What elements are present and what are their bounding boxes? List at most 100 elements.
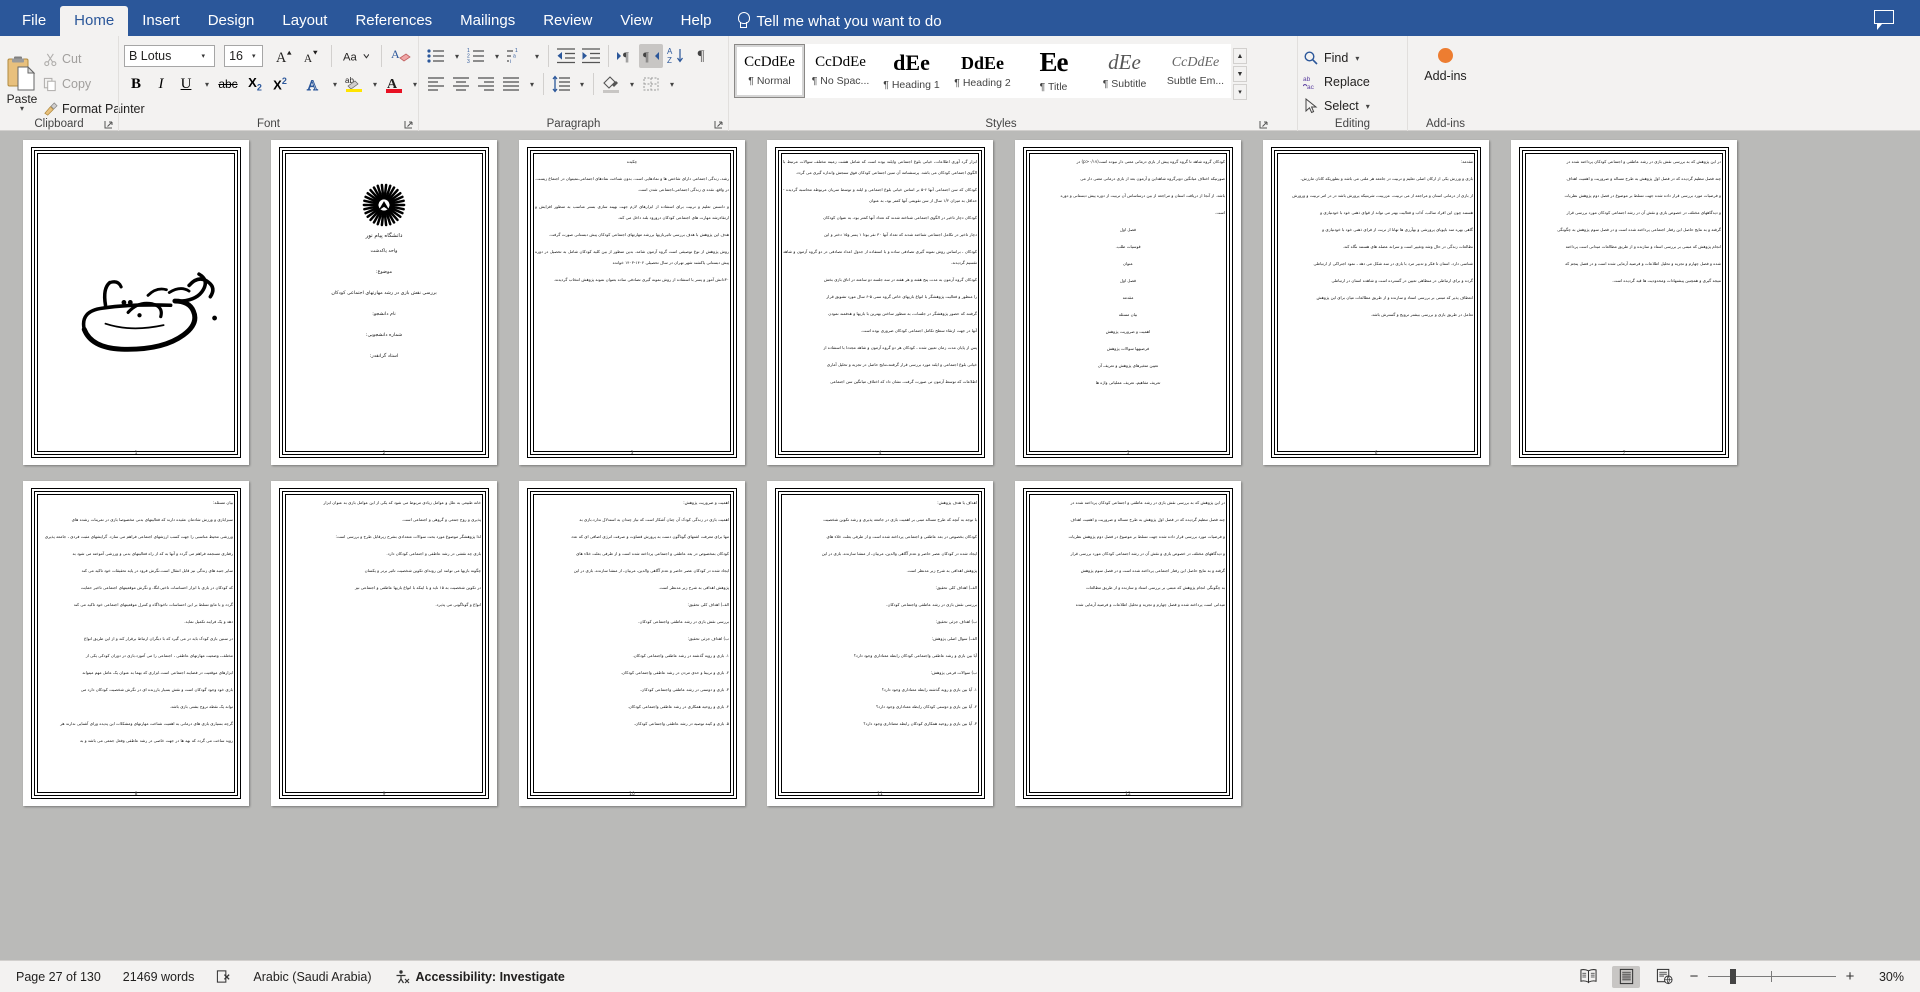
word-count[interactable]: 21469 words: [123, 970, 195, 984]
tab-file[interactable]: File: [8, 6, 60, 36]
add-ins-button[interactable]: Add-ins: [1424, 40, 1467, 83]
web-layout-button[interactable]: [1650, 966, 1678, 988]
document-page[interactable]: دانشگاه پیام نور واحد پاکدشت موضوع: بررسی ن…: [271, 140, 497, 465]
sort-button[interactable]: AZ: [664, 44, 688, 68]
zoom-in-button[interactable]: +: [1844, 968, 1856, 985]
print-layout-button[interactable]: [1612, 965, 1640, 988]
superscript-button[interactable]: X2: [268, 72, 292, 96]
underline-button[interactable]: U: [174, 72, 198, 96]
increase-font-size-button[interactable]: A: [273, 44, 297, 68]
paragraph-dialog-launcher[interactable]: [714, 120, 724, 130]
tell-me-search[interactable]: Tell me what you want to do: [736, 6, 942, 36]
multilevel-list-button[interactable]: 1ai: [504, 44, 528, 68]
replace-button[interactable]: ab ac Replace: [1303, 70, 1402, 94]
document-page[interactable]: اهمیت و ضروریت پژوهش: اهمیت بازی در زندگی…: [519, 481, 745, 806]
multilevel-chevron-icon[interactable]: ▾: [529, 44, 543, 68]
page-indicator[interactable]: Page 27 of 130: [16, 970, 101, 984]
decrease-indent-button[interactable]: [554, 44, 578, 68]
align-left-button[interactable]: [424, 72, 448, 96]
document-page[interactable]: ابزار گرد آوری اطلاعات، خیانی بلوغ اجتما…: [767, 140, 993, 465]
zoom-percentage[interactable]: 30%: [1866, 970, 1904, 984]
line-spacing-chevron-icon[interactable]: ▾: [574, 72, 588, 96]
select-button[interactable]: Select ▾: [1303, 94, 1402, 118]
clipboard-dialog-launcher[interactable]: [104, 120, 114, 130]
borders-button[interactable]: [639, 72, 663, 96]
find-button[interactable]: Find ▾: [1303, 46, 1402, 70]
accessibility-indicator[interactable]: Accessibility: Investigate: [394, 969, 565, 985]
align-center-button[interactable]: [449, 72, 473, 96]
tab-references[interactable]: References: [341, 6, 446, 36]
bullets-button[interactable]: [424, 44, 448, 68]
proofing-errors-icon[interactable]: [216, 969, 231, 984]
paste-button[interactable]: Paste ▾: [5, 53, 39, 113]
text-effects-chevron-icon[interactable]: ▾: [327, 72, 341, 96]
ltr-text-direction-button[interactable]: ¶: [614, 44, 638, 68]
tab-layout[interactable]: Layout: [268, 6, 341, 36]
document-canvas[interactable]: 1 دانشگاه پیام نور واحد پاکدشت موضوع: بررسی …: [0, 131, 1920, 960]
text-highlight-button[interactable]: ab: [342, 72, 366, 96]
bullets-chevron-icon[interactable]: ▾: [449, 44, 463, 68]
read-mode-button[interactable]: [1574, 966, 1602, 988]
style-no-spacing[interactable]: CcDdEe ¶ No Spac...: [805, 44, 876, 98]
language-indicator[interactable]: Arabic (Saudi Arabia): [253, 970, 371, 984]
document-page[interactable]: مقدمه: بازی و ورزش یکی از ارکان اصلی تعلی…: [1263, 140, 1489, 465]
tab-help[interactable]: Help: [667, 6, 726, 36]
style-title[interactable]: Ee ¶ Title: [1018, 44, 1089, 98]
font-color-button[interactable]: A: [382, 72, 406, 96]
document-page[interactable]: 1: [23, 140, 249, 465]
subscript-button[interactable]: X2: [243, 72, 267, 96]
show-formatting-marks-button[interactable]: ¶: [689, 44, 713, 68]
zoom-out-button[interactable]: −: [1688, 968, 1700, 985]
select-chevron-icon[interactable]: ▾: [1366, 102, 1370, 111]
text-effects-button[interactable]: A: [302, 72, 326, 96]
font-size-chevron-icon[interactable]: ▾: [252, 52, 256, 60]
bold-button[interactable]: B: [124, 72, 148, 96]
change-case-button[interactable]: Aa: [338, 44, 374, 68]
tab-view[interactable]: View: [606, 6, 666, 36]
strikethrough-button[interactable]: abc: [214, 72, 242, 96]
font-dialog-launcher[interactable]: [404, 120, 414, 130]
styles-more-button[interactable]: ▾: [1233, 84, 1247, 100]
style-subtitle[interactable]: dEe ¶ Subtitle: [1089, 44, 1160, 98]
tab-design[interactable]: Design: [194, 6, 269, 36]
styles-dialog-launcher[interactable]: [1259, 120, 1269, 130]
shading-button[interactable]: [599, 72, 623, 96]
style-normal[interactable]: CcDdEe ¶ Normal: [734, 44, 805, 98]
style-heading-2[interactable]: DdEe ¶ Heading 2: [947, 44, 1018, 98]
find-chevron-icon[interactable]: ▾: [1355, 54, 1359, 63]
zoom-thumb[interactable]: [1730, 969, 1736, 984]
document-page[interactable]: کودکان گروه شاهد تا گروه گروه پیش از باز…: [1015, 140, 1241, 465]
document-page[interactable]: در این پژوهش که به بررسی نقش بازی در رشد…: [1511, 140, 1737, 465]
clear-formatting-button[interactable]: A: [389, 44, 413, 68]
italic-button[interactable]: I: [149, 72, 173, 96]
style-heading-1[interactable]: dEe ¶ Heading 1: [876, 44, 947, 98]
comment-icon[interactable]: [1874, 10, 1894, 30]
document-page[interactable]: چکیده رشد، زندگی اجتماعی دارای شاخص ها و …: [519, 140, 745, 465]
document-page[interactable]: خانه طبیعی به علل و عوامل زیادی مربوط می…: [271, 481, 497, 806]
highlight-chevron-icon[interactable]: ▾: [367, 72, 381, 96]
styles-scroll-up-button[interactable]: ▲: [1233, 48, 1247, 64]
tab-home[interactable]: Home: [60, 6, 129, 36]
shading-chevron-icon[interactable]: ▾: [624, 72, 638, 96]
font-name-chevron-icon[interactable]: ▾: [202, 52, 206, 60]
numbering-chevron-icon[interactable]: ▾: [489, 44, 503, 68]
increase-indent-button[interactable]: [579, 44, 603, 68]
borders-chevron-icon[interactable]: ▾: [664, 72, 678, 96]
zoom-slider[interactable]: − +: [1688, 968, 1856, 985]
decrease-font-size-button[interactable]: A: [300, 44, 324, 68]
numbering-button[interactable]: 123: [464, 44, 488, 68]
zoom-track[interactable]: [1708, 969, 1836, 984]
style-subtle-emphasis[interactable]: CcDdEe Subtle Em...: [1160, 44, 1231, 98]
document-page[interactable]: در این پژوهش که به بررسی نقش بازی در رشد…: [1015, 481, 1241, 806]
document-page[interactable]: اهداف یا هدف پژوهش: با توجه به آنچه که طر…: [767, 481, 993, 806]
align-right-button[interactable]: [474, 72, 498, 96]
tab-insert[interactable]: Insert: [128, 6, 194, 36]
justify-button[interactable]: [499, 72, 523, 96]
justify-chevron-icon[interactable]: ▾: [524, 72, 538, 96]
chevron-down-icon[interactable]: ▾: [20, 104, 24, 113]
font-size-input[interactable]: 16: [224, 45, 264, 67]
rtl-text-direction-button[interactable]: ¶: [639, 44, 663, 68]
line-spacing-button[interactable]: [549, 72, 573, 96]
tab-mailings[interactable]: Mailings: [446, 6, 529, 36]
document-page[interactable]: بیان مسئله: سبزابازی و ورزش شادمان عقیده …: [23, 481, 249, 806]
